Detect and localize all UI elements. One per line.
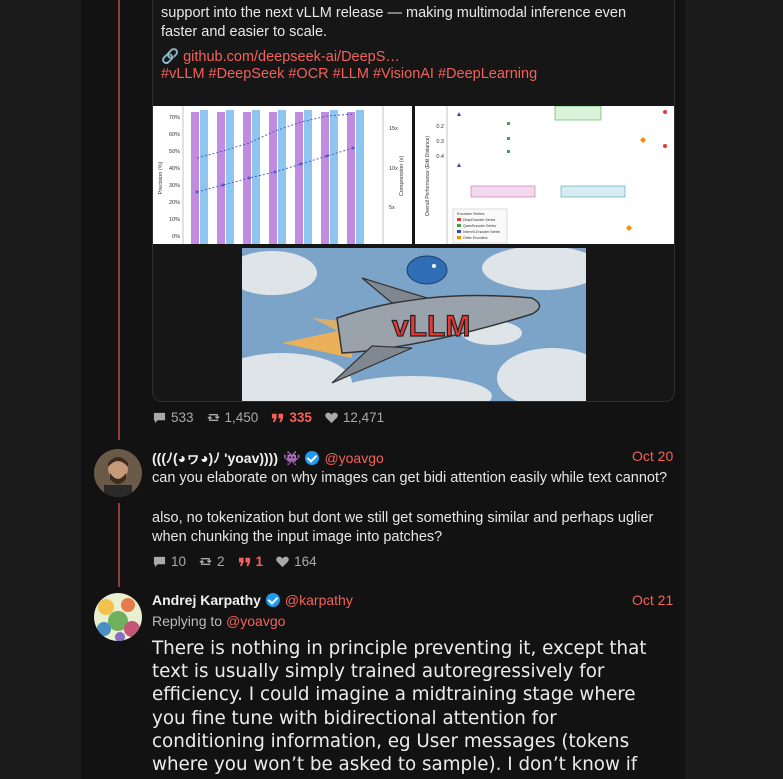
ocr-performance-chart: Overall Performance (Edit Distance) 0.2 … [415, 106, 674, 244]
reply-count: 533 [171, 410, 194, 425]
heart-icon [276, 556, 289, 568]
avatar-yoavgo[interactable] [94, 449, 142, 497]
avatar-image [94, 449, 142, 497]
quoted-post-stats: 533 1,450 335 12,471 [152, 410, 384, 425]
quote-count-button[interactable]: 335 [270, 410, 312, 425]
y-tick: 0% [172, 234, 180, 240]
like-count: 12,471 [342, 410, 385, 425]
reply2-header: Andrej Karpathy @karpathy [152, 592, 353, 608]
legend-item: Other Encoders [463, 236, 488, 240]
comment-icon [153, 412, 166, 424]
like-count-button[interactable]: 12,471 [324, 410, 384, 425]
ocr-performance-chart-image[interactable]: Overall Performance (Edit Distance) 0.2 … [415, 106, 674, 244]
quote-icon [272, 413, 284, 423]
post-date[interactable]: Oct 21 [632, 592, 673, 608]
legend-item: InternVLEncoder Series [463, 230, 500, 234]
chart-ylabel: Precision (%) [158, 161, 164, 194]
chart-y2label: Compression (x) [399, 156, 405, 197]
y-tick: 0.4 [436, 154, 444, 160]
y2-tick: 15x [389, 126, 398, 132]
post-date[interactable]: Oct 20 [632, 448, 673, 464]
precision-compression-chart: Precision (%) 70% 60% 50% 40% 30% 20% 10… [153, 106, 412, 244]
vllm-rocket-illustration: vLLM [242, 248, 586, 401]
reply2-text: There is nothing in principle preventing… [152, 638, 647, 779]
replying-to: Replying to @yoavgo [152, 613, 285, 629]
reply1-stats: 10 2 1 164 [152, 554, 317, 569]
legend-title: Encoder Series [457, 211, 484, 216]
username[interactable]: @karpathy [285, 592, 353, 608]
reply1-text-line1: can you elaborate on why images can get … [152, 470, 668, 486]
thread-line-top [118, 0, 120, 440]
link-icon: 🔗 [161, 49, 180, 65]
avatar-image [94, 593, 142, 641]
heart-icon [325, 412, 338, 424]
quote-count: 1 [255, 554, 264, 569]
repost-count: 1,450 [224, 410, 259, 425]
quoted-post-card[interactable]: support into the next vLLM release — mak… [152, 0, 675, 402]
repost-count-button[interactable]: 2 [198, 554, 225, 569]
rocket-label: vLLM [392, 310, 470, 343]
reply-count-button[interactable]: 10 [152, 554, 186, 569]
like-count-button[interactable]: 164 [275, 554, 317, 569]
y-tick: 40% [169, 166, 180, 172]
replying-to-handle[interactable]: @yoavgo [226, 613, 285, 629]
display-name[interactable]: Andrej Karpathy [152, 592, 261, 608]
link-text[interactable]: github.com/deepseek-ai/DeepS… [183, 49, 400, 65]
display-name[interactable]: (((ﾉ(◕ヮ◕)ﾉ 'yoav)))) [152, 448, 278, 468]
username[interactable]: @yoavgo [324, 450, 383, 466]
y2-tick: 5x [389, 205, 395, 211]
right-gutter [685, 0, 783, 779]
quote-icon [238, 557, 250, 567]
y-tick: 20% [169, 200, 180, 206]
y-tick: 30% [169, 183, 180, 189]
quoted-post-link[interactable]: 🔗 github.com/deepseek-ai/DeepS… [161, 48, 400, 65]
thread-line-middle [118, 503, 120, 587]
reply1-text-line2: also, no tokenization but dont we still … [152, 510, 654, 545]
precision-compression-chart-image[interactable]: Precision (%) 70% 60% 50% 40% 30% 20% 10… [153, 106, 412, 244]
quote-count-button[interactable]: 1 [237, 554, 264, 569]
quote-count: 335 [289, 410, 312, 425]
verified-badge-icon [265, 593, 280, 607]
y2-tick: 10x [389, 166, 398, 172]
chart-ylabel: Overall Performance (Edit Distance) [425, 136, 431, 216]
verified-badge-icon [305, 451, 320, 465]
left-gutter [0, 0, 81, 779]
legend-item: QwenEncoder Series [463, 224, 496, 228]
alien-emoji-icon: 👾 [283, 449, 301, 466]
legend-item: DeepEncoder Series [463, 218, 496, 222]
y-tick: 60% [169, 132, 180, 138]
vllm-rocket-illustration-image[interactable]: vLLM [242, 248, 586, 401]
y-tick: 0.3 [436, 139, 444, 145]
repost-count-button[interactable]: 1,450 [206, 410, 259, 425]
y-tick: 70% [169, 115, 180, 121]
y-tick: 50% [169, 149, 180, 155]
hashtags[interactable]: #vLLM #DeepSeek #OCR #LLM #VisionAI #Dee… [161, 66, 537, 82]
like-count: 164 [294, 554, 317, 569]
reply-count: 10 [171, 554, 187, 569]
replying-to-label: Replying to [152, 613, 223, 629]
avatar-karpathy[interactable] [94, 593, 142, 641]
reply-count-button[interactable]: 533 [152, 410, 194, 425]
y-tick: 0.2 [436, 124, 444, 130]
repost-count: 2 [217, 554, 225, 569]
reply1-header: (((ﾉ(◕ヮ◕)ﾉ 'yoav)))) 👾 @yoavgo [152, 448, 384, 468]
repost-icon [199, 558, 212, 565]
repost-icon [206, 414, 220, 421]
y-tick: 10% [169, 217, 180, 223]
comment-icon [153, 556, 166, 568]
quoted-post-text: support into the next vLLM release — mak… [161, 5, 627, 40]
